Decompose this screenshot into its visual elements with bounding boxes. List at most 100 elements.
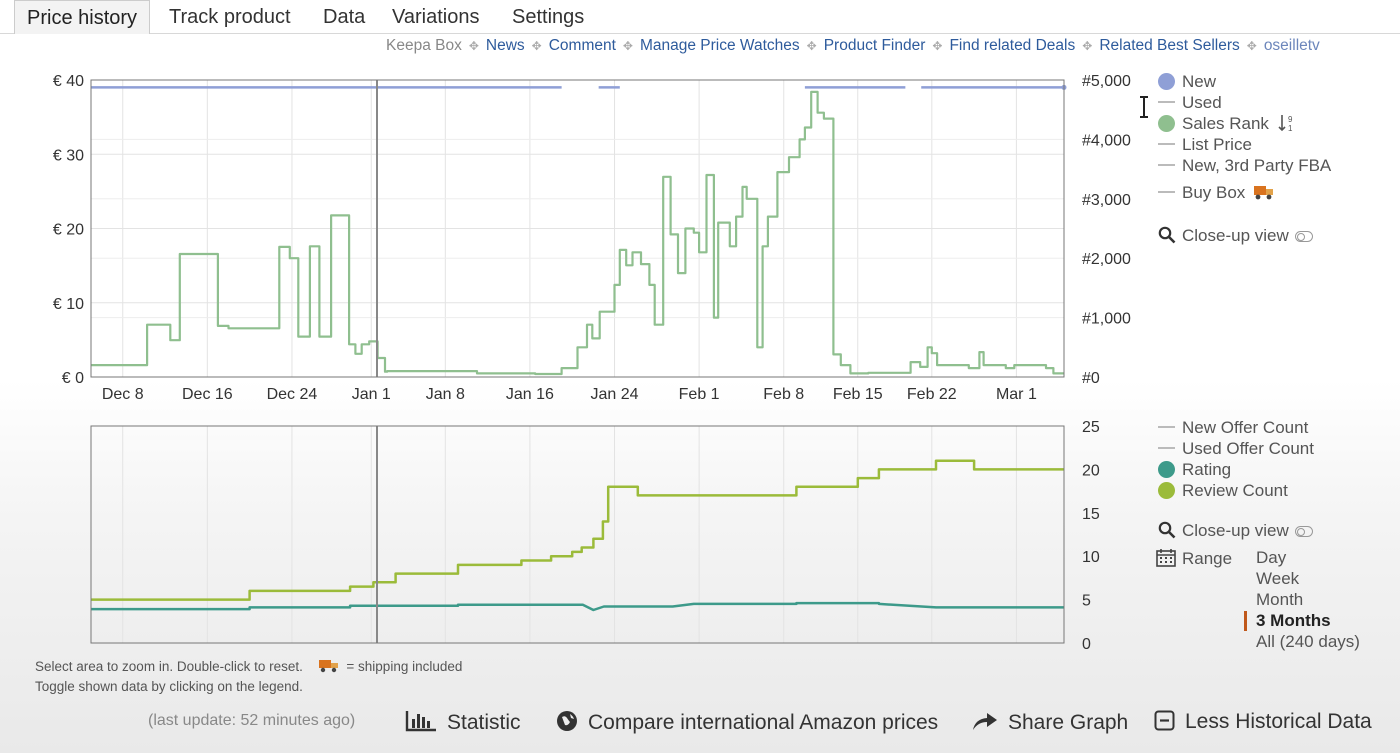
y-left-tick-label: € 30 <box>53 147 84 164</box>
x-tick-label: Feb 15 <box>833 386 883 403</box>
range-option-day[interactable]: Day <box>1256 548 1286 568</box>
price-closeup-toggle[interactable]: Close-up view <box>1158 226 1313 246</box>
link-manage-price-watches[interactable]: Manage Price Watches <box>640 37 800 54</box>
x-tick-label: Dec 8 <box>102 386 144 403</box>
legend-new[interactable]: New <box>1158 72 1216 92</box>
bar-chart-icon <box>405 711 436 732</box>
x-tick-label: Mar 1 <box>996 386 1037 403</box>
separator-icon: ✥ <box>622 39 633 53</box>
legend-dash-icon <box>1158 164 1175 166</box>
statistic-button[interactable]: Statistic <box>405 710 521 735</box>
legend-dot-icon <box>1158 461 1175 478</box>
link-keepa-box[interactable]: Keepa Box <box>386 37 462 54</box>
y-right-tick-label: #2,000 <box>1082 251 1131 268</box>
range-option-month[interactable]: Month <box>1256 590 1303 610</box>
tab-settings[interactable]: Settings <box>500 0 596 34</box>
legend-dash-icon <box>1158 447 1175 449</box>
separator-icon: ✥ <box>932 39 943 53</box>
tab-bar: Price history Track product Data Variati… <box>0 0 1400 34</box>
legend-used[interactable]: Used <box>1158 93 1222 113</box>
legend-dot-icon <box>1158 115 1175 132</box>
legend-dash-icon <box>1158 101 1175 103</box>
legend-dash-icon <box>1158 426 1175 428</box>
magnifier-icon <box>1158 521 1176 539</box>
y-right-tick-label: #5,000 <box>1082 73 1131 90</box>
separator-icon: ✥ <box>468 39 479 53</box>
hint-line-2: Toggle shown data by clicking on the leg… <box>35 679 303 694</box>
legend-fba[interactable]: New, 3rd Party FBA <box>1158 156 1331 176</box>
y-tick-label: 5 <box>1082 593 1091 610</box>
y-tick-label: 20 <box>1082 462 1100 479</box>
legend-new-offer-count[interactable]: New Offer Count <box>1158 418 1308 438</box>
y-left-tick-label: € 10 <box>53 296 84 313</box>
link-oseilletv[interactable]: oseilletv <box>1264 37 1320 54</box>
share-arrow-icon <box>973 713 997 730</box>
legend-used-offer-count[interactable]: Used Offer Count <box>1158 439 1314 459</box>
compare-international-button[interactable]: Compare international Amazon prices <box>556 710 938 735</box>
tab-price-history[interactable]: Price history <box>14 0 151 34</box>
series-rating-line <box>91 601 1064 612</box>
y-left-tick-label: € 40 <box>53 73 84 90</box>
x-tick-label: Feb 1 <box>679 386 720 403</box>
separator-icon: ✥ <box>531 39 542 53</box>
link-comment[interactable]: Comment <box>549 37 616 54</box>
legend-dash-icon <box>1158 191 1175 193</box>
x-tick-label: Jan 24 <box>590 386 638 403</box>
last-update-text: (last update: 52 minutes ago) <box>148 712 356 729</box>
legend-dot-icon <box>1158 73 1175 90</box>
y-tick-label: 15 <box>1082 506 1100 523</box>
range-option-week[interactable]: Week <box>1256 569 1299 589</box>
x-tick-label: Dec 16 <box>182 386 233 403</box>
range-label: Range <box>1156 548 1232 568</box>
legend-rating[interactable]: Rating <box>1158 460 1231 480</box>
text-cursor-icon <box>1140 96 1148 118</box>
count-chart-frame <box>90 425 1065 644</box>
series-review-count-line <box>91 459 1064 601</box>
counts-closeup-toggle[interactable]: Close-up view <box>1158 521 1313 541</box>
truck-icon <box>318 660 338 673</box>
x-tick-label: Jan 8 <box>426 386 465 403</box>
link-row: Keepa Box ✥ News ✥ Comment ✥ Manage Price Watc… <box>386 37 1320 55</box>
legend-review-count[interactable]: Review Count <box>1158 481 1288 501</box>
legend-list-price[interactable]: List Price <box>1158 135 1252 155</box>
separator-icon: ✥ <box>806 39 817 53</box>
y-left-tick-label: € 0 <box>62 370 84 387</box>
tab-data[interactable]: Data <box>311 0 377 34</box>
svg-text:1: 1 <box>1288 124 1293 132</box>
toggle-switch-icon[interactable] <box>1294 231 1313 242</box>
y-right-tick-label: #0 <box>1082 370 1100 387</box>
x-tick-label: Feb 22 <box>907 386 957 403</box>
separator-icon: ✥ <box>1246 39 1257 53</box>
legend-sales-rank[interactable]: Sales Rank 91 <box>1158 114 1296 134</box>
x-tick-label: Feb 8 <box>763 386 804 403</box>
series-sales-rank-line <box>91 90 1064 376</box>
range-option-3-months[interactable]: 3 Months <box>1256 611 1331 631</box>
tab-variations[interactable]: Variations <box>380 0 491 34</box>
share-graph-button[interactable]: Share Graph <box>972 710 1128 735</box>
link-product-finder[interactable]: Product Finder <box>824 37 926 54</box>
legend-dot-icon <box>1158 482 1175 499</box>
legend-buy-box[interactable]: Buy Box <box>1158 183 1274 203</box>
link-find-related-deals[interactable]: Find related Deals <box>949 37 1075 54</box>
legend-dash-icon <box>1158 143 1175 145</box>
globe-icon <box>557 711 577 731</box>
y-right-tick-label: #4,000 <box>1082 132 1131 149</box>
tab-track-product[interactable]: Track product <box>157 0 303 34</box>
truck-icon <box>1254 186 1274 200</box>
y-tick-label: 10 <box>1082 549 1100 566</box>
sort-order-icon[interactable]: 91 <box>1278 114 1296 133</box>
y-right-tick-label: #1,000 <box>1082 311 1131 328</box>
y-left-tick-label: € 20 <box>53 222 84 239</box>
separator-icon: ✥ <box>1082 39 1093 53</box>
range-option-all[interactable]: All (240 days) <box>1256 632 1360 652</box>
magnifier-icon <box>1158 226 1176 244</box>
calendar-icon <box>1156 549 1176 567</box>
less-historical-data-button[interactable]: Less Historical Data <box>1154 710 1372 734</box>
collapse-minus-icon <box>1154 710 1175 731</box>
y-right-tick-label: #3,000 <box>1082 192 1131 209</box>
range-selected-indicator <box>1244 611 1247 631</box>
y-tick-label: 0 <box>1082 636 1091 653</box>
link-related-best-sellers[interactable]: Related Best Sellers <box>1099 37 1239 54</box>
link-news[interactable]: News <box>486 37 525 54</box>
toggle-switch-icon[interactable] <box>1294 526 1313 537</box>
